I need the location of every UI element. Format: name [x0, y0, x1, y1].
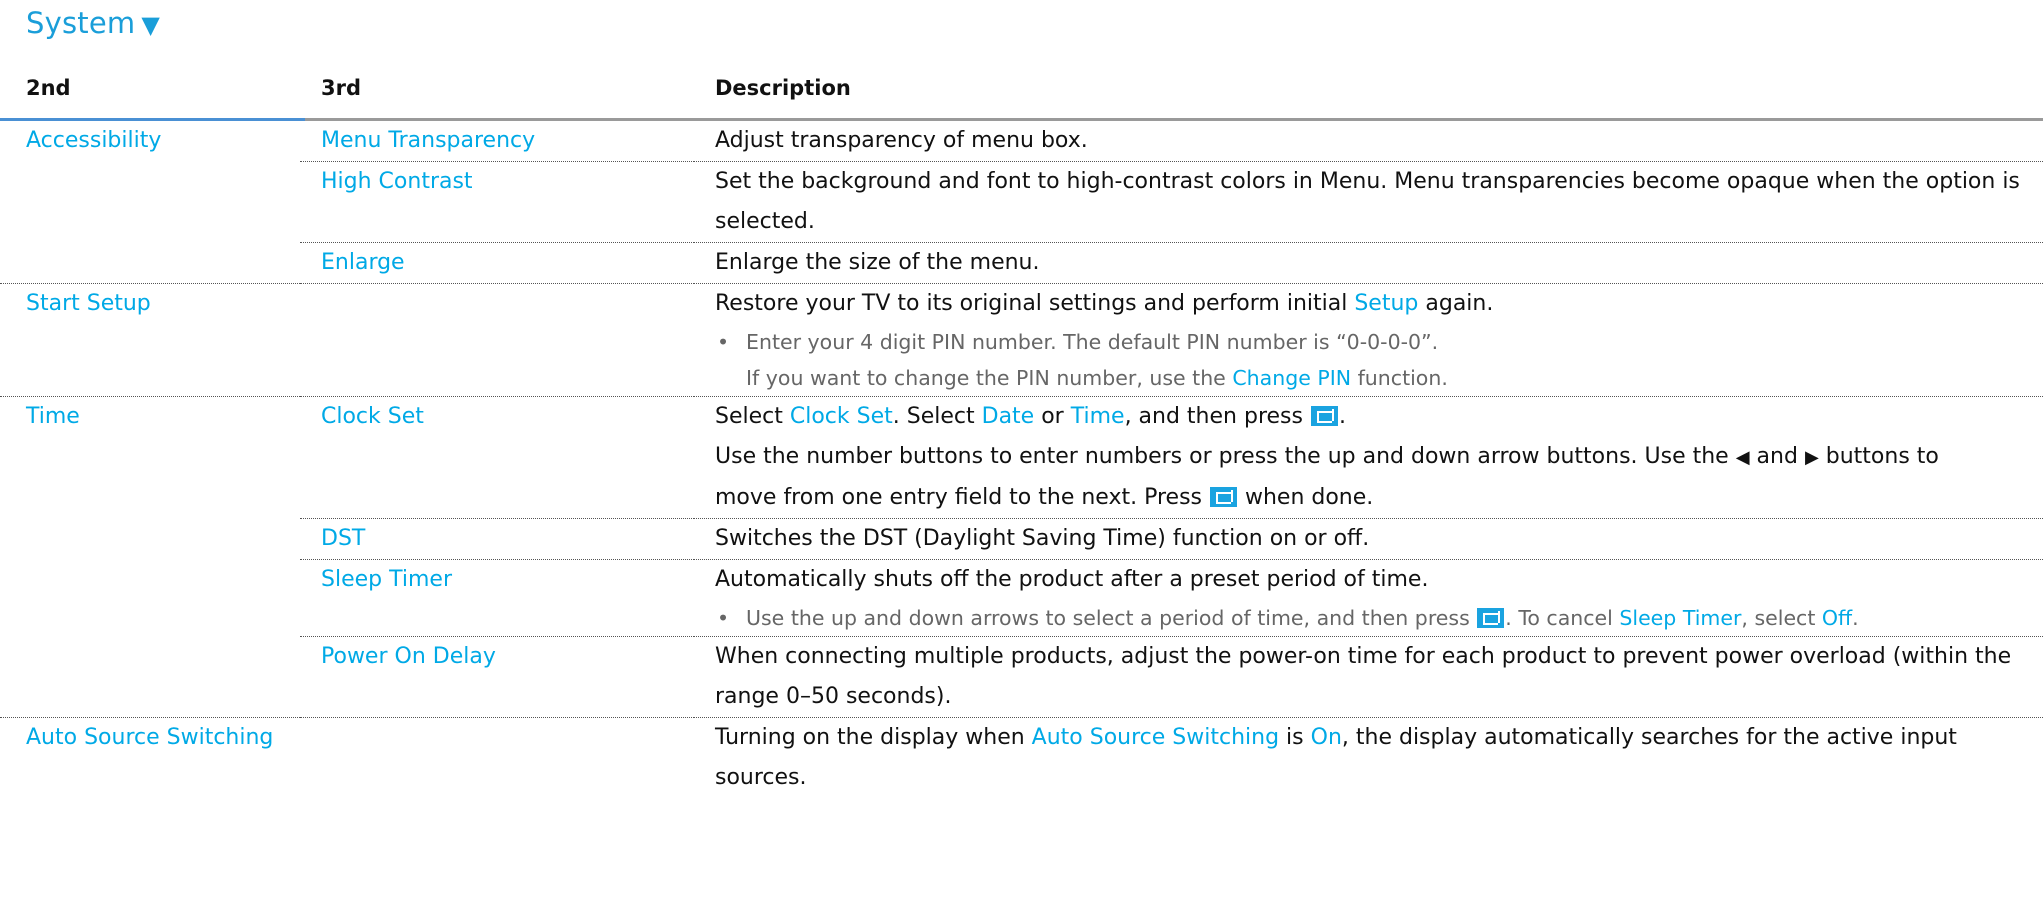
page-title: System ▼	[26, 6, 160, 40]
menu-sleep-timer[interactable]: Sleep Timer	[300, 559, 694, 637]
text: function.	[1351, 366, 1448, 390]
header-2nd: 2nd	[26, 76, 71, 100]
link-on[interactable]: On	[1311, 725, 1342, 750]
right-arrow-icon: ▶	[1804, 447, 1819, 468]
desc-menu-transparency: Adjust transparency of menu box.	[715, 128, 1088, 153]
table-row: High Contrast Set the background and fon…	[0, 161, 2043, 243]
text: when done.	[1237, 485, 1374, 510]
desc-high-contrast: Set the background and font to high-cont…	[694, 161, 2043, 243]
desc-line: Use the number buttons to enter numbers …	[715, 437, 2039, 478]
text: , select	[1741, 606, 1822, 630]
enter-button-icon	[1477, 608, 1505, 628]
desc-dst: Switches the DST (Daylight Saving Time) …	[694, 518, 2043, 560]
table-row: Sleep Timer Automatically shuts off the …	[0, 559, 2043, 637]
desc-sleep-timer: Automatically shuts off the product afte…	[694, 559, 2043, 637]
header-description: Description	[715, 76, 851, 100]
desc-line: move from one entry field to the next. P…	[715, 478, 2039, 518]
table-row: Accessibility Menu Transparency Adjust t…	[0, 121, 2043, 162]
link-auto-source-switching[interactable]: Auto Source Switching	[1032, 725, 1279, 750]
text: .	[1852, 606, 1859, 630]
menu-menu-transparency[interactable]: Menu Transparency	[300, 121, 694, 162]
link-change-pin[interactable]: Change PIN	[1232, 366, 1351, 390]
bullet-note: • Enter your 4 digit PIN number. The defa…	[715, 324, 2039, 360]
text: Select	[715, 404, 790, 429]
empty-cell	[300, 283, 694, 397]
text: buttons to	[1818, 444, 1939, 469]
desc-power-on-delay: When connecting multiple products, adjus…	[694, 636, 2043, 718]
link-clock-set[interactable]: Clock Set	[790, 404, 893, 429]
menu-start-setup[interactable]: Start Setup	[0, 283, 300, 397]
desc-clock-set: Select Clock Set. Select Date or Time, a…	[694, 396, 2043, 519]
desc-line: Select Clock Set. Select Date or Time, a…	[715, 397, 2039, 437]
table-row: Enlarge Enlarge the size of the menu.	[0, 242, 2043, 284]
link-date[interactable]: Date	[982, 404, 1035, 429]
settings-table: Accessibility Menu Transparency Adjust t…	[0, 121, 2043, 798]
desc-enlarge: Enlarge the size of the menu.	[694, 242, 2043, 284]
text: Enter your 4 digit PIN number. The defau…	[746, 330, 1439, 354]
enter-button-icon	[1209, 487, 1237, 507]
table-header: 2nd 3rd Description	[0, 68, 2043, 118]
desc-auto-source-switching: Turning on the display when Auto Source …	[694, 717, 2043, 798]
down-triangle-icon[interactable]: ▼	[141, 11, 160, 39]
text: , and then press	[1124, 404, 1310, 429]
link-off[interactable]: Off	[1822, 606, 1852, 630]
text: and	[1749, 444, 1805, 469]
text: is	[1279, 725, 1311, 750]
text: Use the up and down arrows to select a p…	[746, 606, 1477, 630]
text: . Select	[892, 404, 982, 429]
menu-power-on-delay[interactable]: Power On Delay	[300, 636, 694, 718]
text: Restore your TV to its original settings…	[715, 291, 1355, 316]
table-row: Time Clock Set Select Clock Set. Select …	[0, 396, 2043, 718]
empty-cell	[300, 717, 694, 798]
menu-high-contrast[interactable]: High Contrast	[300, 161, 694, 243]
bullet-note-cont: If you want to change the PIN number, us…	[715, 360, 2039, 396]
menu-dst[interactable]: DST	[300, 518, 694, 560]
enter-button-icon	[1310, 406, 1338, 426]
menu-clock-set[interactable]: Clock Set	[300, 396, 694, 519]
text: Turning on the display when	[715, 725, 1032, 750]
menu-accessibility[interactable]: Accessibility	[0, 121, 300, 284]
table-row: Power On Delay When connecting multiple …	[0, 636, 2043, 718]
text: again.	[1418, 291, 1494, 316]
page-title-text: System	[26, 6, 136, 40]
text: .	[1338, 404, 1346, 429]
bullet-icon: •	[717, 330, 730, 354]
text: Use the number buttons to enter numbers …	[715, 444, 1736, 469]
menu-time[interactable]: Time	[0, 396, 300, 718]
desc-line: Automatically shuts off the product afte…	[715, 567, 1429, 592]
desc-line: Restore your TV to its original settings…	[715, 284, 2039, 324]
left-arrow-icon: ◀	[1735, 447, 1750, 468]
text: . To cancel	[1505, 606, 1620, 630]
link-sleep-timer[interactable]: Sleep Timer	[1619, 606, 1741, 630]
menu-enlarge[interactable]: Enlarge	[300, 242, 694, 284]
text: or	[1034, 404, 1071, 429]
table-row: DST Switches the DST (Daylight Saving Ti…	[0, 518, 2043, 560]
menu-auto-source-switching[interactable]: Auto Source Switching	[0, 717, 300, 798]
text: If you want to change the PIN number, us…	[746, 366, 1233, 390]
text: move from one entry field to the next. P…	[715, 485, 1209, 510]
bullet-icon: •	[717, 606, 730, 630]
desc-start-setup: Restore your TV to its original settings…	[694, 283, 2043, 397]
table-row: Start Setup Restore your TV to its origi…	[0, 283, 2043, 397]
link-setup[interactable]: Setup	[1354, 291, 1418, 316]
header-3rd: 3rd	[321, 76, 362, 100]
table-row: Auto Source Switching Turning on the dis…	[0, 717, 2043, 798]
link-time[interactable]: Time	[1071, 404, 1125, 429]
bullet-note: • Use the up and down arrows to select a …	[715, 600, 2039, 636]
